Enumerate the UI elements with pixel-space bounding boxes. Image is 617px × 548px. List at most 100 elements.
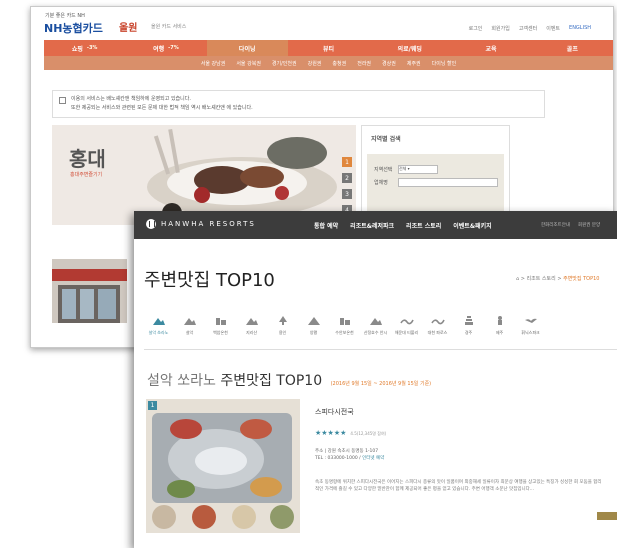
- resort-tab[interactable]: 대천 파로스: [423, 315, 452, 345]
- sub-nav-item[interactable]: 경상권: [382, 60, 396, 67]
- resort-tab-label: 용인: [278, 330, 287, 335]
- resort-tab[interactable]: 해운대 티볼리: [392, 315, 421, 345]
- hero-title: 홍대: [69, 147, 106, 171]
- main-nav: 쇼핑 -3% 여행 -7% 다이닝 뷰티 의료/웨딩 교육 골프: [44, 40, 613, 56]
- resort-tab[interactable]: 설악 쏘라노: [144, 315, 173, 345]
- sub-nav-item[interactable]: 충청권: [332, 60, 346, 67]
- restaurant-address: 주소 | 강원 속초시 동명동 1-107: [315, 449, 379, 454]
- nav-tab-label: 쇼핑: [71, 45, 83, 53]
- rating-count: 4.5(12,345명 참여): [350, 430, 387, 436]
- resort-tab[interactable]: 경주: [454, 315, 483, 345]
- tree-icon: [278, 316, 287, 325]
- notice-line: 또한 제공되는 서비스와 관련된 모든 문제 대한 법적 책임 역시 배노셰칸앤…: [71, 105, 253, 111]
- sub-nav-item[interactable]: 전라권: [357, 60, 371, 67]
- region-search-title: 지역별 검색: [371, 136, 401, 143]
- section-period: (2016년 9월 15일 ~ 2016년 9월 15일 기준): [330, 381, 432, 387]
- nav-tab[interactable]: 골프: [532, 40, 613, 56]
- page-title: 주변맛집 TOP10: [144, 270, 275, 291]
- resort-tab[interactable]: 지리산: [237, 315, 266, 345]
- top-link[interactable]: 회원가입: [491, 25, 509, 32]
- nav-tab[interactable]: 뷰티: [288, 40, 369, 56]
- top-link[interactable]: 이벤트: [546, 25, 560, 32]
- mountain-icon: [245, 318, 258, 325]
- resort-tab-label: 설악: [185, 330, 194, 335]
- resort-tab[interactable]: 양평: [299, 315, 328, 345]
- side-tab[interactable]: [597, 512, 617, 520]
- resort-tab[interactable]: 휘닉스파크: [516, 315, 545, 345]
- store-photo[interactable]: [52, 259, 127, 323]
- menu-item[interactable]: 통합 예약: [314, 221, 338, 230]
- hero-subtitle[interactable]: 홍대주변즐기기: [70, 171, 102, 178]
- nh-logo[interactable]: NH농협카드: [44, 20, 103, 36]
- resort-tab[interactable]: 용인: [268, 315, 297, 345]
- pager-button[interactable]: 2: [342, 173, 352, 183]
- wave-icon: [399, 319, 414, 325]
- reservation-link[interactable]: 인터넷 예약: [362, 456, 384, 461]
- discount-badge: -3%: [86, 45, 98, 51]
- mountain-icon: [152, 318, 165, 325]
- nav-tab-label: 교육: [485, 45, 497, 53]
- resort-tab-label: 대천 파로스: [427, 330, 448, 335]
- restaurant-name[interactable]: 스피다시전국: [315, 407, 354, 417]
- sub-nav-item[interactable]: 강원권: [308, 60, 322, 67]
- resort-tab[interactable]: 백암온천: [206, 315, 235, 345]
- star-rating-icon: ★★★★★: [315, 429, 347, 437]
- area-select[interactable]: 전체 ▾: [398, 165, 438, 174]
- top-link[interactable]: 고객센터: [519, 25, 537, 32]
- pager-button[interactable]: 3: [342, 189, 352, 199]
- sub-nav: 서울 강남권 서울 강북권 경기/인천권 강원권 충청권 전라권 경상권 제주권…: [44, 56, 613, 70]
- service-logo[interactable]: 올원: [119, 19, 137, 34]
- rank-badge: 1: [148, 401, 157, 410]
- sub-nav-item[interactable]: 서울 강북권: [236, 60, 261, 67]
- restaurant-description: 속초 동명항에 위치한 스피다시전국은 이어지는 스피다시 종류의 맛이 일품이…: [315, 480, 602, 492]
- nav-tab[interactable]: 교육: [450, 40, 531, 56]
- top-link[interactable]: 로그인: [469, 25, 483, 32]
- resort-tab[interactable]: 수안보온천: [330, 315, 359, 345]
- nav-tab[interactable]: 여행 -7%: [125, 40, 206, 56]
- breadcrumb-path[interactable]: ⌂ > 리조트 스토리 >: [516, 276, 562, 282]
- nav-tab-label: 골프: [566, 45, 578, 53]
- resort-tab-label: 지리산: [245, 330, 258, 335]
- pager-button[interactable]: 1: [342, 157, 352, 167]
- nav-tab-label: 뷰티: [322, 45, 334, 53]
- utility-link[interactable]: 회원권 분양: [578, 222, 600, 228]
- resort-tab[interactable]: 설악: [175, 315, 204, 345]
- storefront-image: [52, 259, 127, 323]
- resort-tab-label: 설악 쏘라노: [148, 330, 169, 335]
- tel-text: TEL : 033000-1000 /: [315, 456, 363, 461]
- nav-tab[interactable]: 쇼핑 -3%: [44, 40, 125, 56]
- menu-item[interactable]: 리조트&레저파크: [350, 221, 394, 230]
- keyword-input[interactable]: [398, 178, 498, 187]
- statue-icon: [497, 316, 502, 325]
- utility-link[interactable]: 한화리조트안내: [541, 222, 570, 228]
- divider: [144, 349, 617, 350]
- section-title-resort: 설악 쏘라노: [147, 373, 216, 389]
- hero-banner[interactable]: 홍대 홍대주변즐기기 1 2 3 4: [52, 125, 356, 225]
- sub-nav-item[interactable]: 제주권: [407, 60, 421, 67]
- top-link[interactable]: ENGLISH: [569, 25, 591, 32]
- resort-tab[interactable]: 산정호수 안시: [361, 315, 390, 345]
- area-label: 지역선택: [374, 167, 393, 173]
- menu-item[interactable]: 이벤트&패키지: [453, 221, 491, 230]
- utility-links: 한화리조트안내 회원권 분양: [541, 222, 600, 228]
- sub-nav-item[interactable]: 경기/인천권: [272, 60, 297, 67]
- breadcrumb: ⌂ > 리조트 스토리 > 주변맛집 TOP10: [516, 275, 599, 282]
- nav-tab-label: 의료/웨딩: [397, 45, 422, 53]
- area-select-value: 전체: [399, 166, 407, 171]
- top-links: 로그인 회원가입 고객센터 이벤트 ENGLISH: [469, 25, 591, 32]
- resort-tab[interactable]: 제주: [485, 315, 514, 345]
- breadcrumb-current: 주변맛집 TOP10: [563, 276, 600, 282]
- menu-item[interactable]: 리조트 스토리: [406, 221, 441, 230]
- hero-pager: 1 2 3 4: [342, 157, 352, 215]
- sub-nav-item[interactable]: 서울 강남권: [201, 60, 226, 67]
- mountain-icon: [183, 318, 196, 325]
- nav-tab[interactable]: 의료/웨딩: [369, 40, 450, 56]
- hanwha-logo[interactable]: HANWHA RESORTS: [146, 219, 256, 229]
- nav-tab-active[interactable]: 다이닝: [206, 40, 288, 56]
- sub-nav-item[interactable]: 다이닝 할인: [432, 60, 457, 67]
- mountain-icon: [369, 318, 382, 325]
- hanwha-logo-text: HANWHA RESORTS: [161, 220, 256, 228]
- restaurant-photo[interactable]: 1: [146, 399, 300, 533]
- resort-tab-label: 산정호수 안시: [363, 330, 388, 335]
- notice-check-icon: [59, 97, 66, 104]
